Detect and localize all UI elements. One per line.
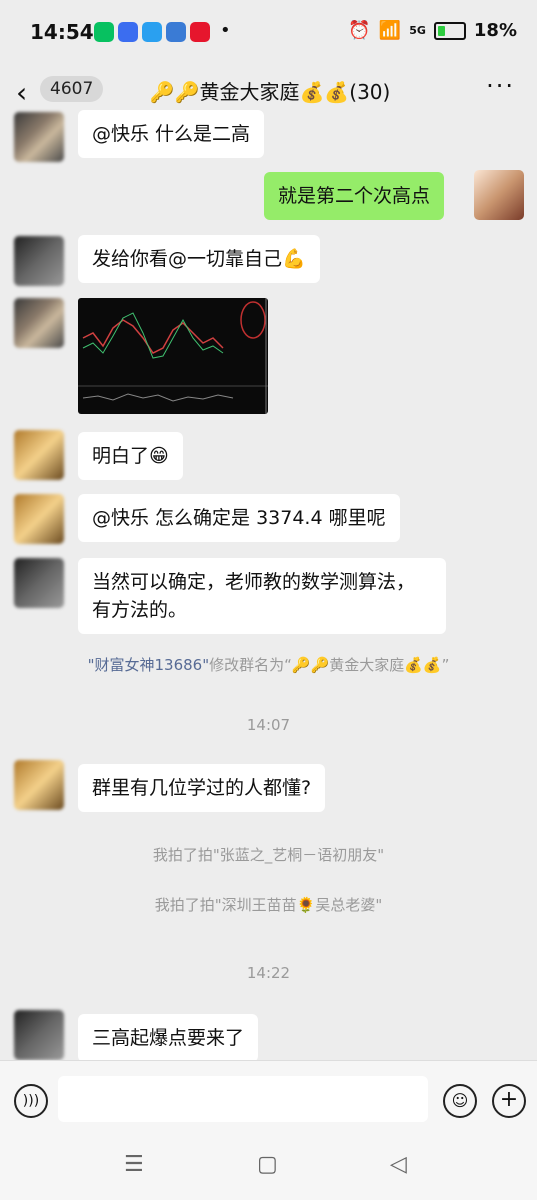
notification-dot: • <box>220 20 231 41</box>
renamer-name-link[interactable]: "财富女神13686" <box>88 656 210 674</box>
message-bubble[interactable]: 三高起爆点要来了 <box>78 1014 259 1062</box>
timestamp: 14:22 <box>246 964 291 982</box>
chart-image-message[interactable] <box>78 298 268 414</box>
candlestick-chart-graphic <box>78 298 268 414</box>
avatar[interactable] <box>14 430 64 480</box>
message-bubble[interactable]: 明白了😁 <box>78 432 183 480</box>
avatar[interactable] <box>14 298 64 348</box>
system-icons: ⏰ 📶 5G 18% <box>348 20 517 41</box>
pat-notice: 我拍了拍"深圳王苗苗🌻吴总老婆" <box>154 896 383 914</box>
baidu-app-icon <box>166 22 186 42</box>
plus-icon[interactable]: + <box>492 1084 526 1118</box>
timestamp: 14:07 <box>246 716 291 734</box>
battery-icon <box>433 21 466 40</box>
message-bubble[interactable]: @快乐 什么是二高 <box>78 110 265 158</box>
alarm-icon: ⏰ <box>348 20 371 41</box>
message-bubble[interactable]: 发给你看@一切靠自己💪 <box>78 235 320 283</box>
message-bubble[interactable]: 群里有几位学过的人都懂? <box>78 764 326 812</box>
emoji-icon[interactable]: ☺ <box>443 1084 477 1118</box>
message-bubble[interactable]: 当然可以确定，老师教的数学测算法， 有方法的。 <box>78 558 446 634</box>
status-time: 14:54 <box>30 20 94 44</box>
network-type: 5G <box>409 24 426 37</box>
weibo-app-icon <box>190 22 210 42</box>
avatar[interactable] <box>14 236 64 286</box>
avatar[interactable] <box>14 494 64 544</box>
browser-app-icon <box>118 22 138 42</box>
chat-title: 🔑🔑黄金大家庭💰💰(30) <box>149 80 391 104</box>
system-rename-notice: "财富女神13686"修改群名为“🔑🔑黄金大家庭💰💰” <box>0 654 537 675</box>
avatar[interactable] <box>14 1010 64 1060</box>
menu-nav-icon[interactable]: ☰ <box>124 1152 144 1177</box>
more-options-icon[interactable]: ··· <box>486 72 515 100</box>
rename-text: 修改群名为“🔑🔑黄金大家庭💰💰” <box>209 656 450 674</box>
avatar[interactable] <box>14 112 64 162</box>
back-icon[interactable]: ‹ <box>16 76 27 109</box>
app-icon <box>142 22 162 42</box>
back-nav-icon[interactable]: ◁ <box>390 1152 407 1177</box>
battery-percent: 18% <box>473 20 517 41</box>
message-bubble-self[interactable]: 就是第二个次高点 <box>264 172 445 220</box>
home-nav-icon[interactable]: ▢ <box>257 1152 278 1177</box>
avatar[interactable] <box>14 558 64 608</box>
avatar[interactable] <box>14 760 64 810</box>
unread-count-badge[interactable]: 4607 <box>40 76 104 102</box>
message-bubble[interactable]: @快乐 怎么确定是 3374.4 哪里呢 <box>78 494 400 542</box>
wechat-app-icon <box>94 22 114 42</box>
self-avatar[interactable] <box>474 170 524 220</box>
voice-input-icon[interactable]: ))) <box>14 1084 48 1118</box>
pat-notice: 我拍了拍"张蓝之_艺桐－语初朋友" <box>152 846 385 864</box>
wifi-icon: 📶 <box>378 20 402 41</box>
message-input[interactable] <box>58 1076 428 1122</box>
